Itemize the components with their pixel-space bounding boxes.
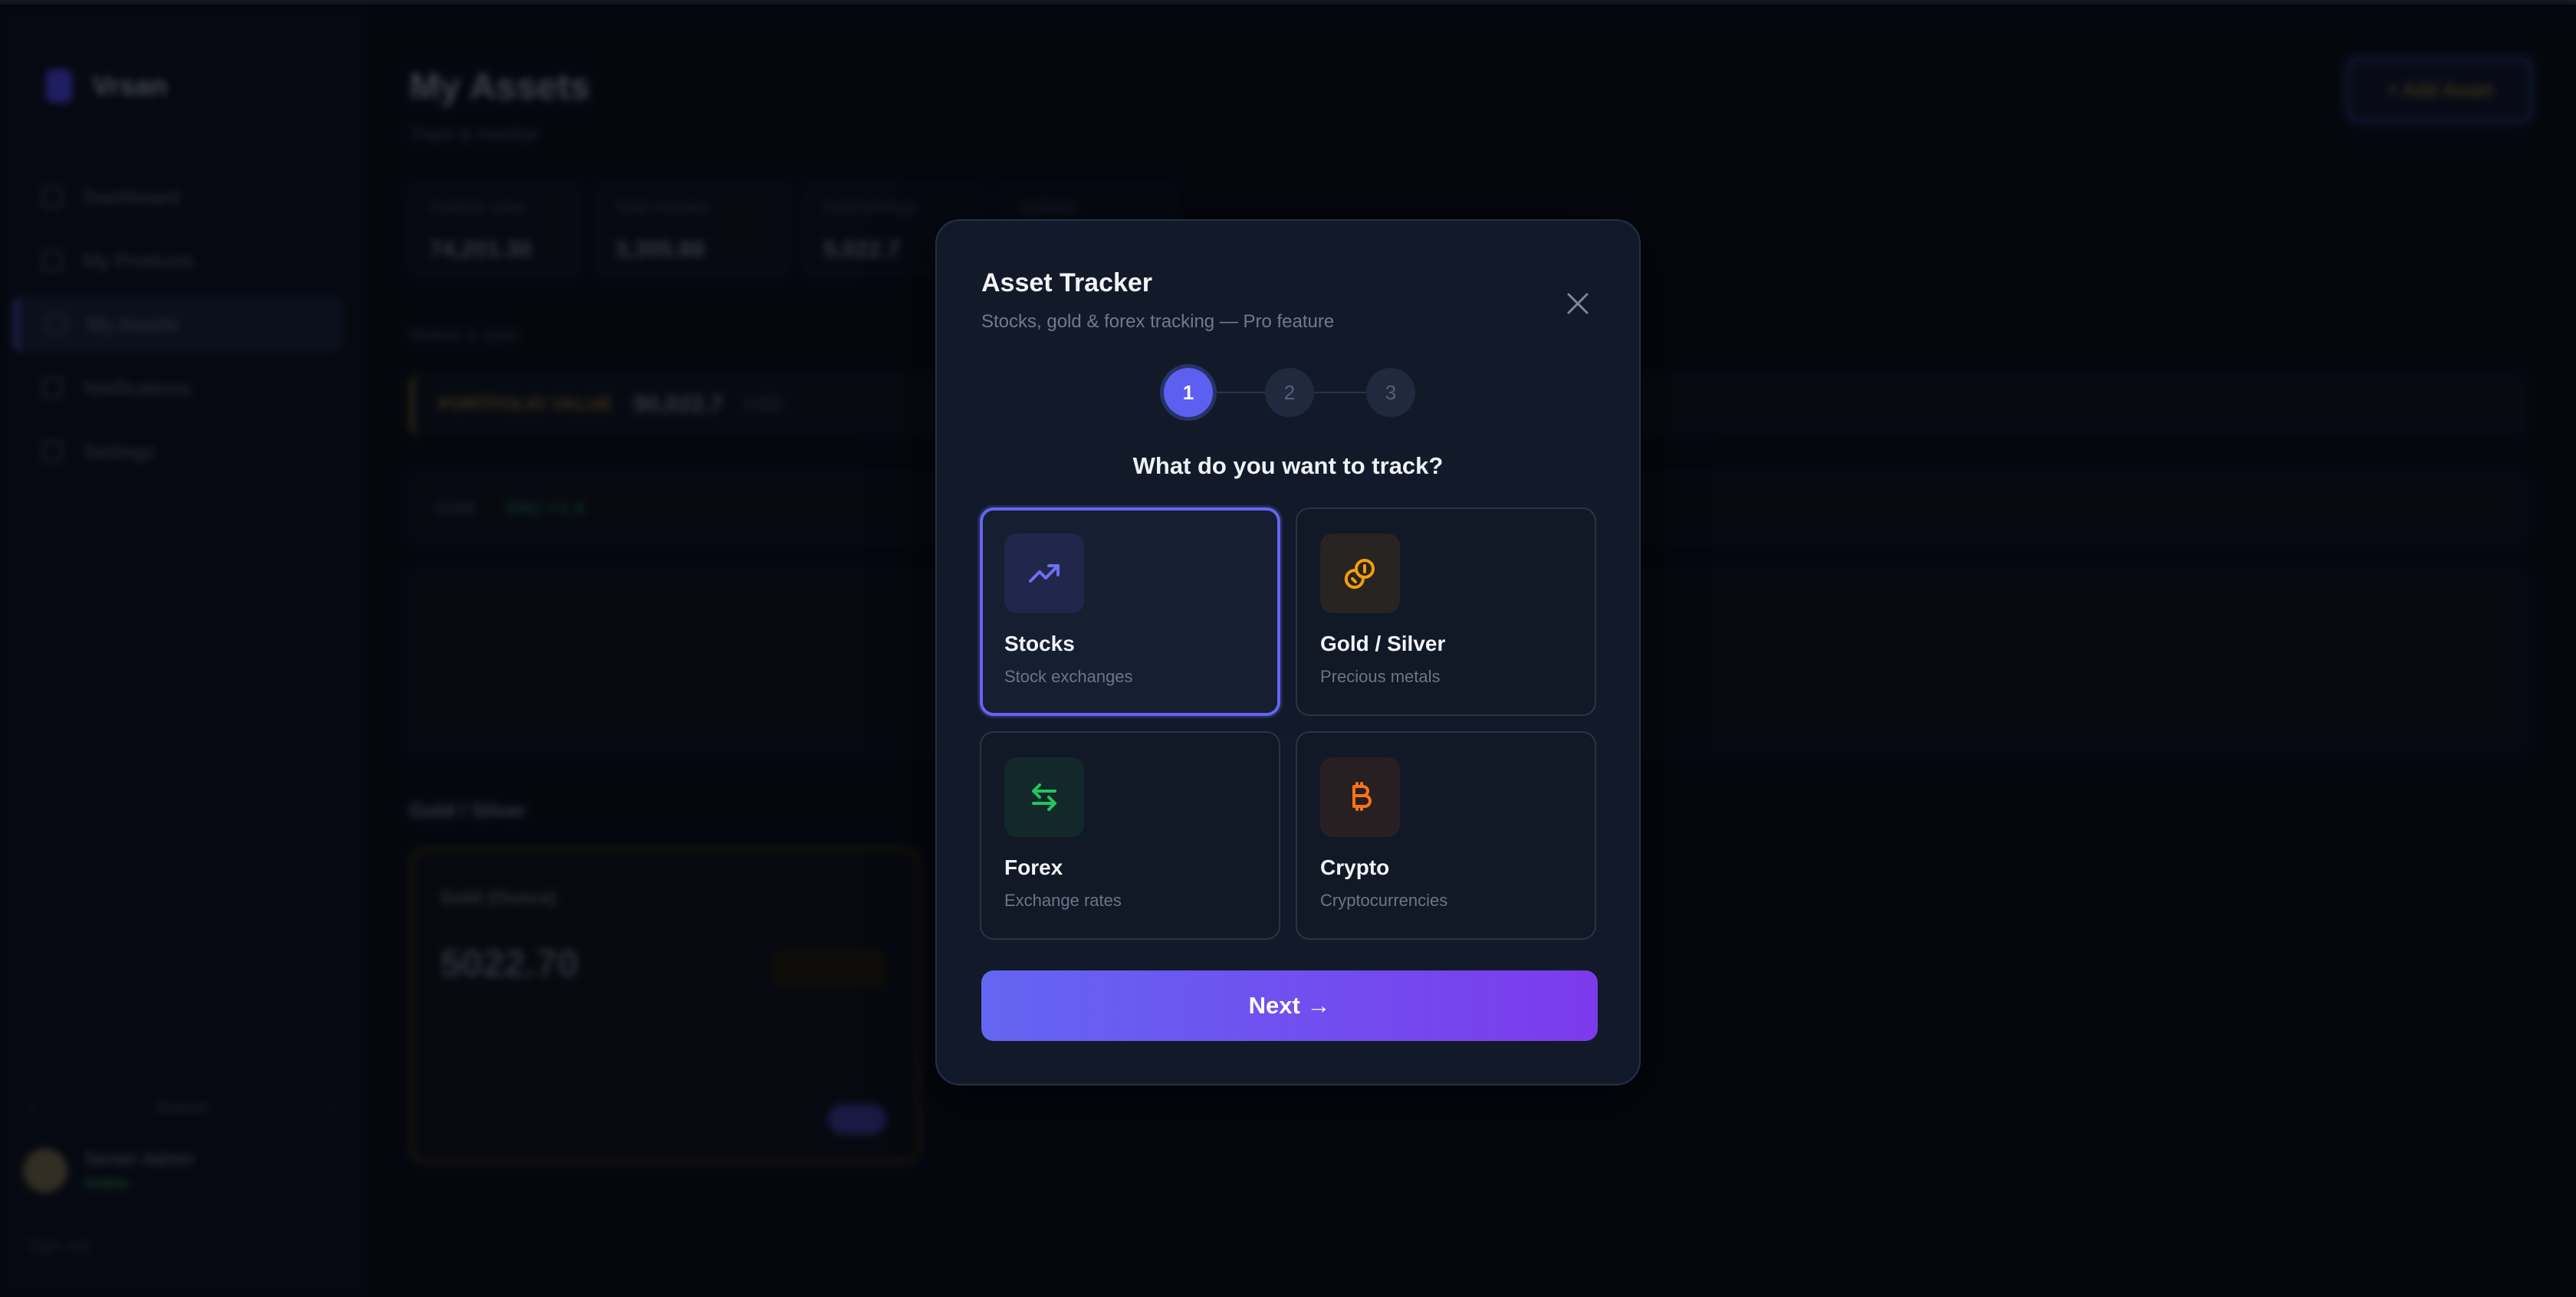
option-label: Stocks (1004, 632, 1075, 655)
option-description: Cryptocurrencies (1320, 891, 1448, 910)
option-gold-silver[interactable]: Gold / Silver Precious metals (1296, 507, 1596, 716)
step-3: 3 (1366, 368, 1415, 417)
modal-subtitle: Stocks, gold & forex tracking — Pro feat… (981, 311, 1335, 332)
bitcoin-icon (1352, 782, 1372, 811)
option-icon-tile (1004, 534, 1084, 613)
option-icon-tile (1320, 534, 1400, 613)
option-forex[interactable]: Forex Exchange rates (980, 731, 1280, 940)
stepper: 1 2 3 (1164, 368, 1415, 417)
option-crypto[interactable]: Crypto Cryptocurrencies (1296, 731, 1596, 940)
arrows-exchange-icon (1032, 783, 1056, 811)
trending-up-icon (1029, 564, 1060, 583)
step-2: 2 (1265, 368, 1314, 417)
modal-title: Asset Tracker (981, 268, 1153, 297)
option-stocks[interactable]: Stocks Stock exchanges (980, 507, 1280, 716)
close-button[interactable] (1559, 285, 1596, 322)
option-description: Precious metals (1320, 667, 1441, 686)
option-icon-tile (1320, 757, 1400, 837)
asset-tracker-modal: Asset Tracker Stocks, gold & forex track… (935, 219, 1641, 1085)
question-heading: What do you want to track? (1132, 452, 1444, 479)
option-description: Exchange rates (1004, 891, 1122, 910)
next-button[interactable]: Next → (981, 970, 1598, 1041)
step-connector (1213, 392, 1265, 393)
option-label: Forex (1004, 855, 1063, 879)
option-description: Stock exchanges (1004, 667, 1133, 686)
step-1: 1 (1164, 368, 1213, 417)
close-icon (1567, 293, 1589, 314)
option-icon-tile (1004, 757, 1084, 837)
option-label: Gold / Silver (1320, 632, 1446, 655)
step-connector (1314, 392, 1366, 393)
option-label: Crypto (1320, 855, 1390, 879)
coins-icon (1344, 559, 1375, 589)
